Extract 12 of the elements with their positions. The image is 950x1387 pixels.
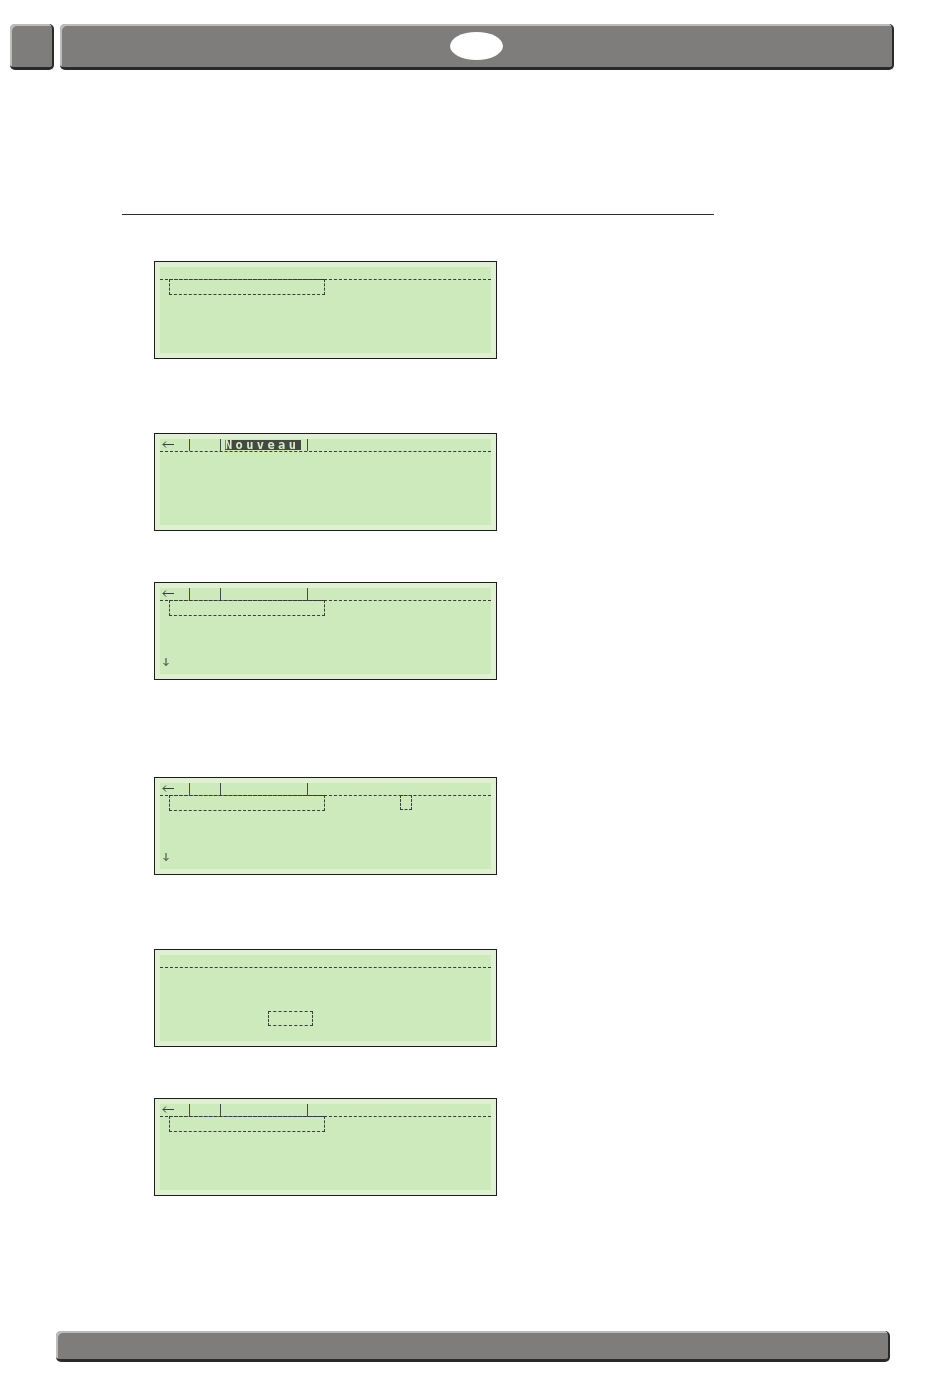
button-frame[interactable] [268,1011,313,1026]
menu-tab[interactable] [220,783,308,795]
selection-frame[interactable] [169,795,325,811]
chapter-block [10,24,54,70]
selection-frame[interactable] [169,1116,325,1132]
menu-tab[interactable] [220,588,308,600]
selection-frame[interactable] [169,279,325,295]
oval-badge [449,31,503,60]
selection-frame[interactable] [169,600,325,616]
menu-tab[interactable]: Nouveau [220,439,308,451]
menu-tab[interactable] [220,1104,308,1116]
cursor-frame[interactable] [400,795,412,810]
